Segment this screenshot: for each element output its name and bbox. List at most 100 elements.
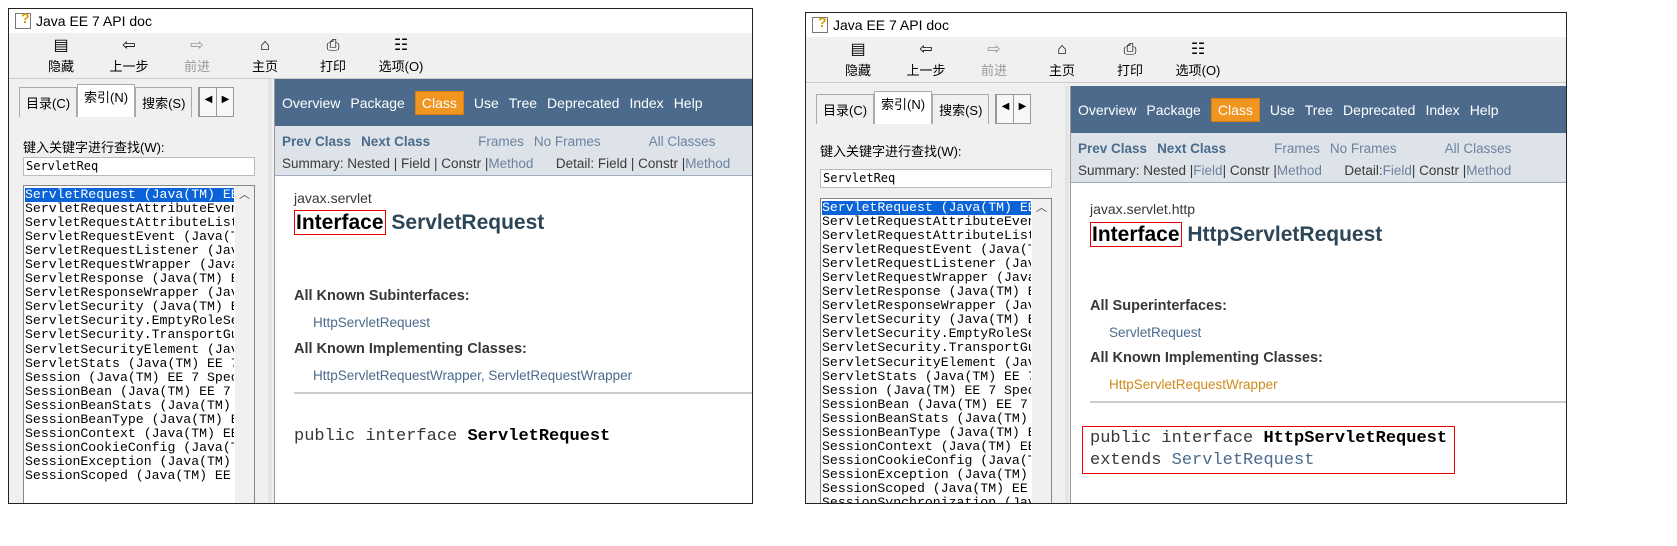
next-class-link[interactable]: Next Class xyxy=(1157,141,1226,156)
index-list-item[interactable]: SessionBeanStats (Java(TM) E xyxy=(25,398,234,413)
index-list-item[interactable]: ServletRequestWrapper (Java( xyxy=(25,258,234,272)
detail-link[interactable]: Field xyxy=(1383,163,1412,178)
list-scrollbar[interactable]: ︿ xyxy=(235,186,254,503)
tab[interactable]: 索引(N) xyxy=(874,91,933,124)
index-list-item[interactable]: SessionBeanType (Java(TM) EE xyxy=(822,425,1031,440)
index-list-item[interactable]: SessionBean (Java(TM) EE 7 S xyxy=(25,384,234,399)
toolbar-button[interactable]: ☷ 选项(O) xyxy=(1164,37,1232,82)
index-list-item[interactable]: ServletRequestEvent (Java(TM xyxy=(822,243,1031,257)
summary-link[interactable]: Method xyxy=(1277,163,1322,178)
index-list-item[interactable]: Session (Java(TM) EE 7 Speci xyxy=(822,383,1031,398)
index-list-item[interactable]: ServletStats (Java(TM) EE 7 xyxy=(25,356,234,371)
summary-link[interactable]: Field xyxy=(1193,163,1222,178)
tab-scroll-right-icon[interactable]: ▶ xyxy=(216,88,234,116)
nav-link-tree[interactable]: Tree xyxy=(1305,102,1333,118)
nav-link-overview[interactable]: Overview xyxy=(1078,102,1136,118)
index-list-item[interactable]: ServletRequestAttributeEvent xyxy=(25,201,234,216)
index-list-item[interactable]: SessionCookieConfig (Java(TM xyxy=(822,453,1031,468)
index-list-item[interactable]: SessionCookieConfig (Java(TM xyxy=(25,440,234,455)
tab[interactable]: 搜索(S) xyxy=(135,87,193,117)
index-list-item[interactable]: SessionBeanType (Java(TM) EE xyxy=(25,412,234,427)
nav-link-help[interactable]: Help xyxy=(674,95,703,111)
frames-link[interactable]: Frames xyxy=(478,134,524,149)
no-frames-link[interactable]: No Frames xyxy=(534,134,601,149)
index-list-item[interactable]: ServletResponse (Java(TM) EE xyxy=(25,272,234,286)
index-list-item[interactable]: SessionContext (Java(TM) EE xyxy=(822,439,1031,454)
nav-link-use[interactable]: Use xyxy=(1270,102,1295,118)
index-list-item[interactable]: SessionSynchronization (Java xyxy=(822,495,1031,503)
index-list[interactable]: ServletRequest (Java(TM) EE ServletReques… xyxy=(23,185,255,503)
index-list-item[interactable]: ServletSecurity (Java(TM) EE xyxy=(822,313,1031,327)
index-list-item[interactable]: ServletRequestAttributeListe xyxy=(25,216,234,230)
index-list-item[interactable]: ServletStats (Java(TM) EE 7 xyxy=(822,369,1031,384)
index-list-item[interactable]: ServletResponseWrapper (Java xyxy=(822,299,1031,313)
index-list-item[interactable]: ServletRequestListener (Java xyxy=(25,244,234,258)
prev-class-link[interactable]: Prev Class xyxy=(282,134,351,149)
section-link[interactable]: ServletRequest xyxy=(1109,325,1201,340)
index-list-item[interactable]: ServletRequestListener (Java xyxy=(822,257,1031,271)
index-list-item[interactable]: SessionBeanStats (Java(TM) E xyxy=(822,411,1031,426)
nav-link-tree[interactable]: Tree xyxy=(509,95,537,111)
nav-link-package[interactable]: Package xyxy=(350,95,404,111)
index-list-item[interactable]: SessionException (Java(TM) E xyxy=(25,454,234,469)
tab-scroll-right-icon[interactable]: ▶ xyxy=(1013,95,1031,123)
toolbar-button[interactable]: ⌂ 主页 xyxy=(1028,37,1096,82)
toolbar-button[interactable]: ⇦ 上一步 xyxy=(892,37,960,82)
tab[interactable]: 目录(C) xyxy=(19,87,78,117)
index-list-item[interactable]: SessionContext (Java(TM) EE xyxy=(25,426,234,441)
index-list-item[interactable]: ServletSecurityElement (Java xyxy=(25,342,234,357)
all-classes-link[interactable]: All Classes xyxy=(1445,141,1512,156)
toolbar-button[interactable]: ⌂ 主页 xyxy=(231,33,299,78)
keyword-input[interactable]: ServletReq xyxy=(23,157,255,176)
index-list-item[interactable]: ServletRequest (Java(TM) EE xyxy=(822,201,1031,216)
nav-link-overview[interactable]: Overview xyxy=(282,95,340,111)
nav-link-index[interactable]: Index xyxy=(629,95,663,111)
toolbar-button[interactable]: ⇦ 上一步 xyxy=(95,33,163,78)
extends-link[interactable]: ServletRequest xyxy=(1172,451,1315,470)
index-list-item[interactable]: ServletSecurity.TransportGua xyxy=(822,341,1031,355)
index-list-item[interactable]: ServletResponse (Java(TM) EE xyxy=(822,285,1031,299)
all-classes-link[interactable]: All Classes xyxy=(649,134,716,149)
index-list-item[interactable]: ServletRequestWrapper (Java( xyxy=(822,271,1031,285)
toolbar-button[interactable]: ▤ 隐藏 xyxy=(824,37,892,82)
tab[interactable]: 索引(N) xyxy=(77,84,136,117)
index-list-item[interactable]: ServletSecurity.TransportGua xyxy=(25,328,234,342)
list-scrollbar[interactable]: ︿ xyxy=(1032,199,1051,503)
index-list-item[interactable]: ServletSecurity.EmptyRoleSem xyxy=(25,314,234,328)
summary-link[interactable]: Method xyxy=(488,156,533,171)
nav-link-deprecated[interactable]: Deprecated xyxy=(547,95,619,111)
index-list-item[interactable]: Session (Java(TM) EE 7 Speci xyxy=(25,370,234,385)
frames-link[interactable]: Frames xyxy=(1274,141,1320,156)
toolbar-button[interactable]: ▤ 隐藏 xyxy=(27,33,95,78)
index-list-item[interactable]: ServletSecurity.EmptyRoleSem xyxy=(822,327,1031,341)
index-list-item[interactable]: SessionBean (Java(TM) EE 7 S xyxy=(822,397,1031,412)
section-link[interactable]: HttpServletRequestWrapper xyxy=(1109,377,1278,392)
detail-link[interactable]: Method xyxy=(1466,163,1511,178)
no-frames-link[interactable]: No Frames xyxy=(1330,141,1397,156)
index-list-item[interactable]: ServletSecurity (Java(TM) EE xyxy=(25,300,234,314)
tab[interactable]: 搜索(S) xyxy=(932,94,990,124)
index-list-item[interactable]: ServletRequest (Java(TM) EE xyxy=(25,188,234,203)
tab[interactable]: 目录(C) xyxy=(816,94,875,124)
detail-link[interactable]: Method xyxy=(685,156,730,171)
toolbar-button[interactable]: ☷ 选项(O) xyxy=(367,33,435,78)
index-list-item[interactable]: ServletRequestEvent (Java(TM xyxy=(25,230,234,244)
nav-link-deprecated[interactable]: Deprecated xyxy=(1343,102,1415,118)
index-list-item[interactable]: SessionException (Java(TM) E xyxy=(822,467,1031,482)
nav-link-package[interactable]: Package xyxy=(1146,102,1200,118)
index-list-item[interactable]: ServletResponseWrapper (Java xyxy=(25,286,234,300)
index-list-item[interactable]: ServletRequestAttributeListe xyxy=(822,229,1031,243)
index-list-item[interactable]: ServletRequestAttributeEvent xyxy=(822,214,1031,229)
nav-link-help[interactable]: Help xyxy=(1470,102,1499,118)
index-list-item[interactable]: SessionScoped (Java(TM) EE 7 xyxy=(25,468,234,483)
index-list-item[interactable]: ServletSecurityElement (Java xyxy=(822,355,1031,370)
index-list-item[interactable]: SessionScoped (Java(TM) EE 7 xyxy=(822,481,1031,496)
nav-link-index[interactable]: Index xyxy=(1425,102,1459,118)
keyword-input[interactable]: ServletReq xyxy=(820,169,1052,188)
tab-scroll-left-icon[interactable]: ◀ xyxy=(996,95,1014,123)
section-link[interactable]: HttpServletRequestWrapper, ServletReques… xyxy=(313,368,632,383)
prev-class-link[interactable]: Prev Class xyxy=(1078,141,1147,156)
nav-link-use[interactable]: Use xyxy=(474,95,499,111)
tab-scroll-left-icon[interactable]: ◀ xyxy=(199,88,217,116)
next-class-link[interactable]: Next Class xyxy=(361,134,430,149)
